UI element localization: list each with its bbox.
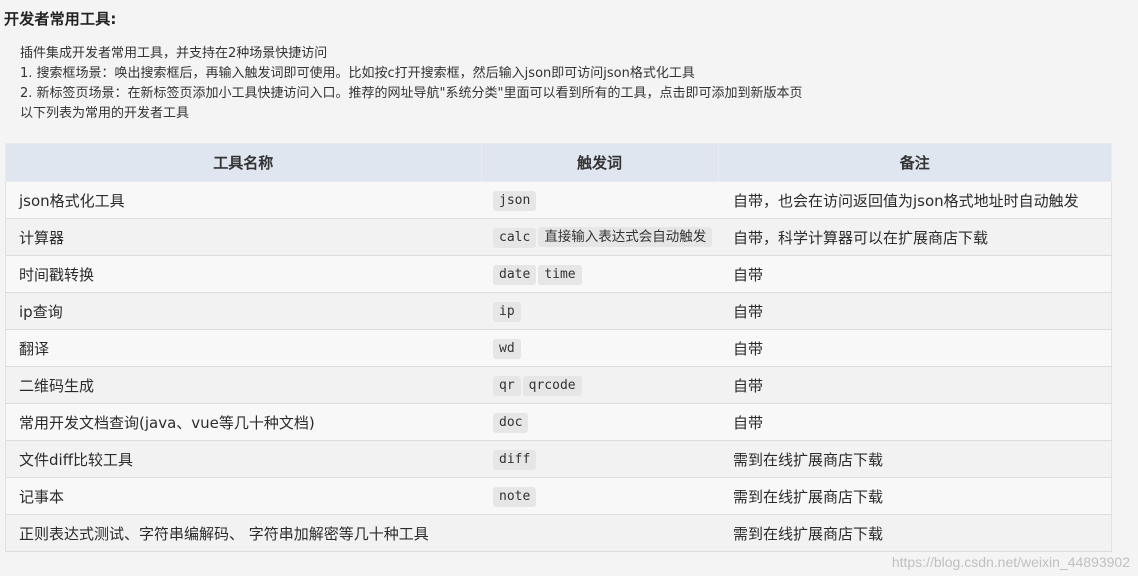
cell-tool-name: 二维码生成 <box>5 366 481 404</box>
cell-triggers: ip <box>481 292 718 330</box>
table-row: 时间戳转换 date time 自带 <box>5 255 1112 293</box>
trigger-keyword: 直接输入表达式会自动触发 <box>538 226 713 247</box>
trigger-keyword: qr <box>493 375 521 396</box>
trigger-keyword: doc <box>493 412 529 433</box>
cell-note: 自带，科学计算器可以在扩展商店下载 <box>718 218 1112 256</box>
trigger-keyword: calc <box>493 227 537 248</box>
intro-line: 以下列表为常用的开发者工具 <box>20 106 190 121</box>
trigger-keyword: diff <box>493 449 537 470</box>
cell-tool-name: 记事本 <box>5 477 481 515</box>
column-header-note: 备注 <box>717 143 1112 182</box>
table-row: 常用开发文档查询(java、vue等几十种文档) doc 自带 <box>5 403 1112 441</box>
trigger-keyword: wd <box>493 338 521 359</box>
cell-note: 自带，也会在访问返回值为json格式地址时自动触发 <box>718 181 1112 219</box>
cell-triggers <box>481 514 718 552</box>
cell-triggers: qr qrcode <box>481 366 718 404</box>
table-row: 文件diff比较工具 diff 需到在线扩展商店下载 <box>5 440 1112 478</box>
watermark: https://blog.csdn.net/weixin_44893902 <box>891 554 1130 570</box>
cell-tool-name: 时间戳转换 <box>5 255 481 293</box>
cell-note: 自带 <box>718 292 1112 330</box>
cell-tool-name: 常用开发文档查询(java、vue等几十种文档) <box>5 403 481 441</box>
cell-triggers: note <box>481 477 718 515</box>
trigger-keyword: note <box>493 486 537 507</box>
table-row: json格式化工具 json 自带，也会在访问返回值为json格式地址时自动触发 <box>5 181 1112 219</box>
cell-tool-name: ip查询 <box>5 292 481 330</box>
cell-triggers: doc <box>481 403 718 441</box>
table-body: json格式化工具 json 自带，也会在访问返回值为json格式地址时自动触发计算… <box>5 181 1112 552</box>
column-header-tool-name: 工具名称 <box>5 143 482 182</box>
cell-triggers: wd <box>481 329 718 367</box>
cell-triggers: date time <box>481 255 718 293</box>
tools-table: 工具名称 触发词 备注 json格式化工具 json 自带，也会在访问返回值为jso… <box>5 143 1112 552</box>
cell-note: 需到在线扩展商店下载 <box>718 440 1112 478</box>
trigger-keyword: time <box>538 264 582 285</box>
cell-note: 自带 <box>718 366 1112 404</box>
cell-triggers: diff <box>481 440 718 478</box>
table-row: 二维码生成 qr qrcode 自带 <box>5 366 1112 404</box>
intro-text: 插件集成开发者常用工具，并支持在2种场景快捷访问 1. 搜索框场景：唤出搜索框后… <box>20 44 803 124</box>
table-row: 记事本 note 需到在线扩展商店下载 <box>5 477 1112 515</box>
table-header-row: 工具名称 触发词 备注 <box>5 143 1112 182</box>
table-row: 计算器 calc 直接输入表达式会自动触发 自带，科学计算器可以在扩展商店下载 <box>5 218 1112 256</box>
trigger-keyword: json <box>493 190 537 211</box>
table-row: 正则表达式测试、字符串编解码、 字符串加解密等几十种工具 需到在线扩展商店下载 <box>5 514 1112 552</box>
trigger-keyword: ip <box>493 301 521 322</box>
cell-note: 自带 <box>718 255 1112 293</box>
trigger-keyword: date <box>493 264 537 285</box>
cell-tool-name: 正则表达式测试、字符串编解码、 字符串加解密等几十种工具 <box>5 514 481 552</box>
cell-note: 需到在线扩展商店下载 <box>718 514 1112 552</box>
cell-note: 自带 <box>718 329 1112 367</box>
table-row: ip查询 ip 自带 <box>5 292 1112 330</box>
intro-line: 2. 新标签页场景：在新标签页添加小工具快捷访问入口。推荐的网址导航"系统分类"… <box>20 86 803 101</box>
cell-note: 自带 <box>718 403 1112 441</box>
intro-line: 插件集成开发者常用工具，并支持在2种场景快捷访问 <box>20 46 328 61</box>
page-title: 开发者常用工具: <box>4 10 117 28</box>
cell-tool-name: json格式化工具 <box>5 181 481 219</box>
cell-note: 需到在线扩展商店下载 <box>718 477 1112 515</box>
table-row: 翻译 wd 自带 <box>5 329 1112 367</box>
trigger-keyword: qrcode <box>522 375 582 396</box>
intro-line: 1. 搜索框场景：唤出搜索框后，再输入触发词即可使用。比如按c打开搜索框，然后输… <box>20 66 695 81</box>
column-header-trigger: 触发词 <box>480 143 719 182</box>
cell-tool-name: 翻译 <box>5 329 481 367</box>
cell-tool-name: 文件diff比较工具 <box>5 440 481 478</box>
cell-triggers: json <box>481 181 718 219</box>
cell-triggers: calc 直接输入表达式会自动触发 <box>481 218 718 256</box>
cell-tool-name: 计算器 <box>5 218 481 256</box>
